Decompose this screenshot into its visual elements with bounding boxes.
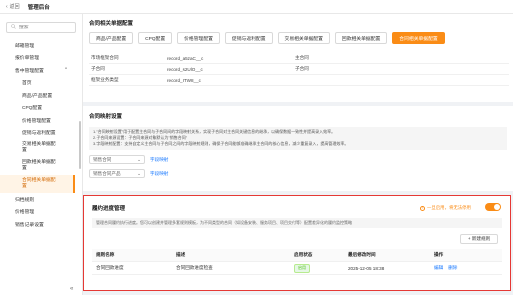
tab-contract-docs[interactable]: 合同相关单据配置 bbox=[392, 32, 445, 44]
new-rule-button[interactable]: + 新建规则 bbox=[460, 234, 498, 244]
rule-name: 合同回款进度 bbox=[96, 265, 124, 270]
field-mapping-link[interactable]: 字段映射 bbox=[150, 157, 168, 163]
chevron-up-icon: ⌃ bbox=[63, 67, 68, 73]
rule-actions: 编辑 删除 bbox=[434, 265, 494, 271]
mapping-card: 合同映射设置 1."合同映射设置"用于配置主合同与子合同间的字段映射关系，实现子… bbox=[83, 106, 513, 191]
chevron-down-icon: ⌄ bbox=[137, 170, 141, 176]
double-chevron-left-icon[interactable]: « bbox=[70, 286, 73, 292]
record-name: 市场框架合同 bbox=[91, 55, 119, 60]
sidebar-item-product-config[interactable]: 商品/产品配置 bbox=[0, 89, 82, 102]
tab-product-config[interactable]: 商品/产品配置 bbox=[89, 32, 134, 44]
sidebar-item-home[interactable]: 首页 bbox=[0, 77, 82, 90]
toggle-knob bbox=[494, 204, 500, 210]
record-api: record_a5zaC__c bbox=[167, 55, 204, 61]
col-name: 规则名称 bbox=[96, 252, 115, 257]
rules-table: 规则名称 描述 启用状态 最后修改时间 操作 合同回款进度 合同回款进度检查 启… bbox=[92, 249, 502, 275]
info-icon: ! bbox=[420, 205, 425, 211]
config-card-title: 合同相关单据配置 bbox=[89, 21, 134, 27]
col-desc: 描述 bbox=[176, 252, 186, 257]
chevron-left-icon: ‹ bbox=[6, 3, 8, 10]
select-value: 销售合同产品 bbox=[93, 170, 121, 176]
status-badge: 启用 bbox=[294, 263, 310, 273]
progress-description: 管理合同履约执行进度。您可以创建并管理多套规则模板，为不同类型的合同（如设备安装… bbox=[92, 218, 502, 228]
enable-warning: ! 一旦启用，将无法停用 bbox=[420, 205, 471, 211]
table-row: 子合同 record_s2UlO__c 子合同 bbox=[89, 64, 509, 75]
record-type: 主合同 bbox=[295, 55, 309, 60]
mapping-card-title: 合同映射设置 bbox=[89, 114, 123, 120]
col-actions: 操作 bbox=[434, 252, 444, 257]
sidebar-scrollbar[interactable] bbox=[79, 121, 81, 169]
sidebar-search[interactable] bbox=[6, 22, 79, 33]
record-type: 子合同 bbox=[295, 66, 309, 71]
notice-line: 3.字段映射配置：支持自定义主合同与子合同之间的字段映射规则，确保子合同能够准确… bbox=[93, 141, 349, 146]
record-name: 框架业务类型 bbox=[91, 77, 119, 82]
app-title: 管理后台 bbox=[27, 4, 50, 11]
tab-trade-docs[interactable]: 交易相关单据配置 bbox=[277, 32, 330, 44]
rule-desc: 合同回款进度检查 bbox=[176, 265, 213, 270]
sidebar-item-promo[interactable]: 促销与返利配置 bbox=[0, 127, 82, 140]
delete-link[interactable]: 删除 bbox=[448, 265, 457, 271]
sidebar: 邮箱管理 报价单管理 售中管理配置 ⌃ 首页 商品/产品配置 CPQ配置 价格管… bbox=[0, 14, 83, 295]
col-modified: 最后修改时间 bbox=[348, 252, 376, 257]
source-select[interactable]: 销售合同 ⌄ bbox=[89, 155, 145, 164]
col-status: 启用状态 bbox=[294, 252, 313, 257]
record-api: record_s2UlO__c bbox=[167, 66, 203, 72]
record-name: 子合同 bbox=[91, 66, 105, 71]
search-input[interactable] bbox=[19, 25, 79, 30]
progress-card-title: 履约进度管理 bbox=[92, 206, 126, 212]
table-row: 市场框架合同 record_a5zaC__c 主合同 bbox=[89, 53, 509, 64]
sidebar-group-in-sale[interactable]: 售中管理配置 ⌃ bbox=[0, 64, 82, 77]
table-header: 规则名称 描述 启用状态 最后修改时间 操作 bbox=[92, 249, 502, 262]
top-bar: ‹ 返回 管理后台 bbox=[0, 0, 513, 14]
chevron-down-icon: ⌄ bbox=[137, 156, 141, 162]
rule-modified: 2025-12-05 18:38 bbox=[348, 265, 385, 271]
sidebar-item-payment-docs[interactable]: 回款相关单据配置 bbox=[0, 157, 60, 175]
sidebar-item-trade-docs[interactable]: 交易相关单据配置 bbox=[0, 139, 60, 157]
back-label: 返回 bbox=[9, 4, 20, 10]
tab-payment-docs[interactable]: 回款相关单据配置 bbox=[334, 32, 388, 44]
sidebar-item-quote[interactable]: 报价单管理 bbox=[0, 52, 82, 65]
record-api: record_ITW8__c bbox=[167, 77, 201, 83]
sidebar-item-price-mgmt[interactable]: 价格管理 bbox=[0, 206, 82, 219]
edit-link[interactable]: 编辑 bbox=[434, 265, 443, 271]
field-mapping-link[interactable]: 字段映射 bbox=[150, 171, 168, 177]
config-tabs: 商品/产品配置 CPQ配置 价格管理配置 促销与返利配置 交易相关单据配置 回款… bbox=[89, 32, 445, 44]
sidebar-item-price-config[interactable]: 价格管理配置 bbox=[0, 114, 82, 127]
tab-promo[interactable]: 促销与返利配置 bbox=[224, 32, 273, 44]
config-table: 市场框架合同 record_a5zaC__c 主合同 子合同 record_s2… bbox=[89, 53, 509, 86]
sidebar-item-cpq[interactable]: CPQ配置 bbox=[0, 102, 82, 115]
sidebar-item-sales-record[interactable]: 销售记录设置 bbox=[0, 218, 82, 231]
mapping-row: 销售合同产品 ⌄ 字段映射 bbox=[89, 169, 168, 178]
select-value: 销售合同 bbox=[93, 156, 112, 162]
tab-price-config[interactable]: 价格管理配置 bbox=[177, 32, 220, 44]
table-row: 合同回款进度 合同回款进度检查 启用 2025-12-05 18:38 编辑 删… bbox=[92, 262, 502, 275]
rule-status-cell: 启用 bbox=[294, 263, 348, 273]
sidebar-item-mailbox[interactable]: 邮箱管理 bbox=[0, 39, 82, 52]
mapping-notice: 1."合同映射设置"用于配置主合同与子合同间的字段映射关系，实现子合同对主合同关… bbox=[89, 127, 507, 150]
main-content: 合同相关单据配置 商品/产品配置 CPQ配置 价格管理配置 促销与返利配置 交易… bbox=[83, 14, 513, 295]
tab-cpq[interactable]: CPQ配置 bbox=[138, 32, 173, 44]
sidebar-group-label: 售中管理配置 bbox=[15, 68, 44, 74]
mapping-row: 销售合同 ⌄ 字段映射 bbox=[89, 155, 168, 164]
config-card: 合同相关单据配置 商品/产品配置 CPQ配置 价格管理配置 促销与返利配置 交易… bbox=[83, 14, 513, 102]
source-select[interactable]: 销售合同产品 ⌄ bbox=[89, 169, 145, 178]
progress-card: 履约进度管理 ! 一旦启用，将无法停用 管理合同履约执行进度。您可以创建并管理多… bbox=[83, 195, 511, 291]
sidebar-item-contract-docs[interactable]: 合同相关单据配置 bbox=[0, 175, 75, 193]
search-icon bbox=[11, 24, 16, 31]
back-button[interactable]: ‹ 返回 bbox=[6, 3, 20, 11]
sidebar-item-archive[interactable]: 归档规则 bbox=[0, 193, 82, 206]
enable-warning-text: 一旦启用，将无法停用 bbox=[427, 205, 471, 210]
enable-toggle[interactable] bbox=[485, 203, 501, 211]
table-row: 框架业务类型 record_ITW8__c bbox=[89, 75, 509, 86]
